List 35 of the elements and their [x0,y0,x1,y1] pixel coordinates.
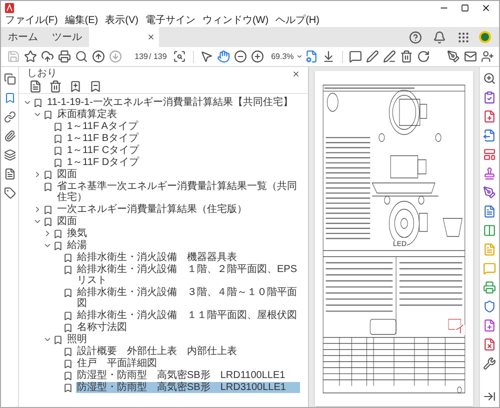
bookmark-item[interactable]: 照明 [66,334,88,344]
bookmark-item[interactable]: 省エネ基準一次エネルギー消費量計算結果一覧（共同住宅） [56,180,300,202]
bookmark-item[interactable]: 1～11F Aタイプ [66,120,139,132]
bookmark-item[interactable]: 給湯 [66,240,88,250]
menu-item[interactable]: ウィンドウ(W) [202,15,269,27]
bookmark-item[interactable]: 1～11F Bタイプ [66,132,140,144]
tab[interactable]: ツール [45,27,89,47]
menu-item[interactable]: 表示(V) [105,15,138,27]
bookmark-item[interactable]: 住戸 平面詳細図 [76,358,158,368]
revision-mark: イ [455,325,465,335]
bookmark-item[interactable]: 1～11F Cタイプ [66,144,140,156]
bookmark-item[interactable]: 図面 [56,216,78,226]
bookmark-item[interactable]: 換気 [66,228,88,238]
bookmark-item[interactable]: 一次エネルギー消費量計算結果（住宅版） [56,204,248,214]
bookmark-item[interactable]: 設計概要 外部仕上表 内部仕上表 [76,346,238,356]
panel-title: しおり [27,67,57,81]
bookmark-item[interactable]: 防湿型・防雨型 高気密SB形 LRD1100LLE1 [76,370,286,380]
bookmark-item[interactable]: 防湿型・防雨型 高気密SB形 LRD3100LLE1 [76,382,300,392]
bookmark-item[interactable]: 給排水衛生・消火設備 機器器具表 [76,252,238,262]
menu-item[interactable]: ファイル(F) [5,15,58,27]
bookmark-item[interactable]: 給排水衛生・消火設備 １１階平面図、屋根伏図 [76,310,298,320]
bookmark-item[interactable]: 名称寸法図 [76,322,128,332]
menu-item[interactable]: ヘルプ(H) [276,15,320,27]
bookmark-item[interactable]: 給排水衛生・消火設備 ３階、４階～１０階平面図 [76,286,300,308]
zoom-dropdown[interactable]: 69.3% [266,50,303,62]
menu-item[interactable]: 編集(E) [64,15,98,27]
menu-item[interactable]: 電子サイン [145,15,196,27]
bookmark-item[interactable]: 1～11F Dタイプ [66,156,140,168]
bookmark-item[interactable]: 給排水衛生・消火設備 １階、２階平面図、EPSリスト [76,264,300,286]
bookmark-item[interactable]: 床面積算定表 [56,108,118,120]
tab[interactable]: ホーム [1,27,45,47]
bookmark-item[interactable]: 11-1-19-1-一次エネルギー消費量計算結果【共同住宅】 [46,96,294,108]
bookmark-item[interactable]: 図面 [56,168,78,180]
page-number-field[interactable]: 139 [128,50,148,62]
page-total: / 139 [149,50,167,62]
